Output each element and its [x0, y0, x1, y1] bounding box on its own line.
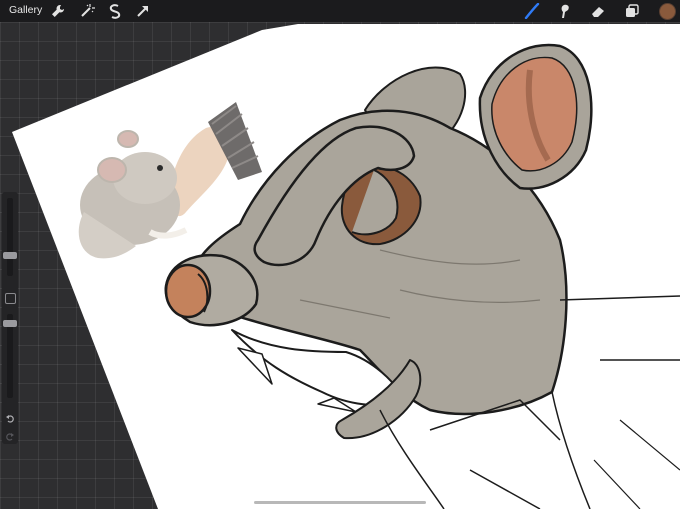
brush-size-thumb[interactable]: [3, 252, 17, 259]
brush-size-slider[interactable]: [7, 198, 13, 276]
undo-icon[interactable]: [5, 410, 15, 423]
gallery-button[interactable]: Gallery: [9, 4, 42, 16]
selection-icon[interactable]: [107, 3, 123, 19]
wrench-icon[interactable]: [50, 3, 66, 19]
top-toolbar: Gallery: [0, 0, 680, 22]
rat-nose: [164, 263, 212, 319]
home-indicator-bar: [254, 501, 426, 504]
redo-icon[interactable]: [5, 428, 15, 441]
drawing-canvas[interactable]: [0, 0, 680, 509]
left-sidebar: [2, 192, 18, 444]
smudge-icon[interactable]: [556, 3, 572, 19]
layers-icon[interactable]: [624, 3, 640, 19]
eraser-icon[interactable]: [590, 3, 606, 19]
brush-icon[interactable]: [524, 3, 540, 19]
modify-button[interactable]: [5, 293, 16, 304]
magic-wand-icon[interactable]: [79, 3, 95, 19]
opacity-thumb[interactable]: [3, 320, 17, 327]
transform-arrow-icon[interactable]: [135, 3, 151, 19]
color-picker-swatch[interactable]: [659, 3, 676, 20]
